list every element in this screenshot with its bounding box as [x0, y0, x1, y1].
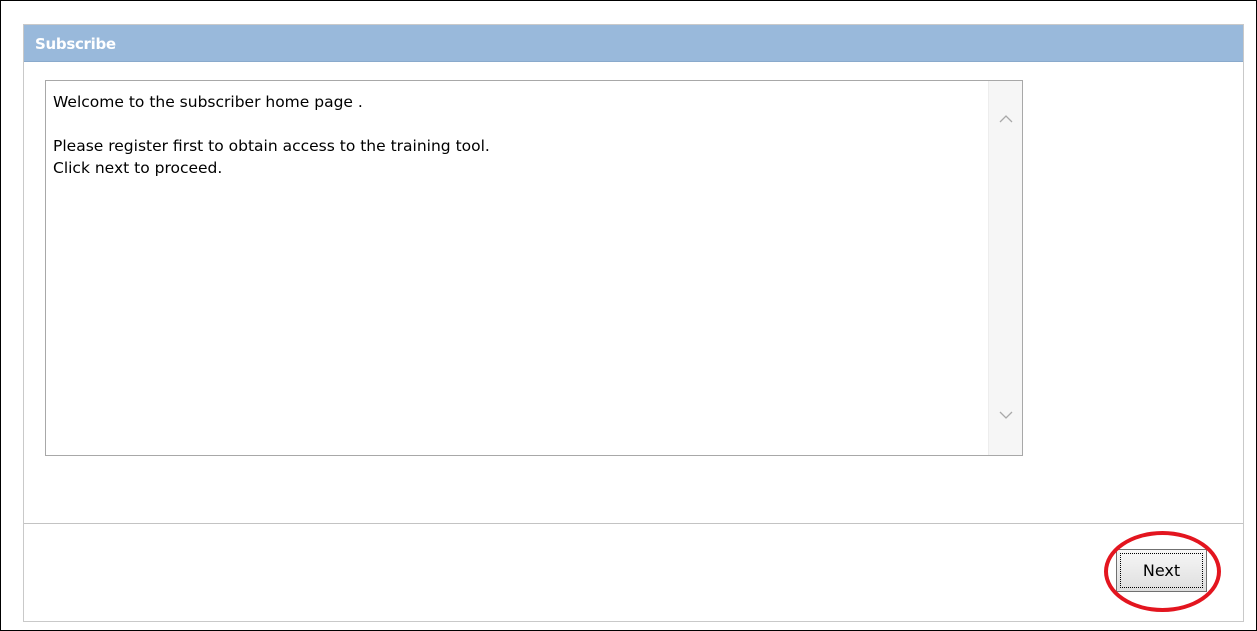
page-frame: Subscribe Welcome to the subscriber home…: [0, 0, 1257, 631]
panel-title: Subscribe: [35, 35, 116, 53]
vertical-scrollbar[interactable]: [988, 81, 1022, 455]
panel-header: Subscribe: [24, 25, 1243, 62]
next-button-label: Next: [1142, 561, 1181, 580]
chevron-up-icon[interactable]: [998, 111, 1014, 127]
footer-divider: [24, 523, 1243, 524]
message-textarea[interactable]: Welcome to the subscriber home page . Pl…: [45, 80, 1023, 456]
next-button[interactable]: Next: [1116, 549, 1207, 592]
chevron-down-icon[interactable]: [998, 407, 1014, 423]
message-text: Welcome to the subscriber home page . Pl…: [53, 93, 490, 177]
subscribe-panel: Subscribe Welcome to the subscriber home…: [23, 24, 1244, 622]
